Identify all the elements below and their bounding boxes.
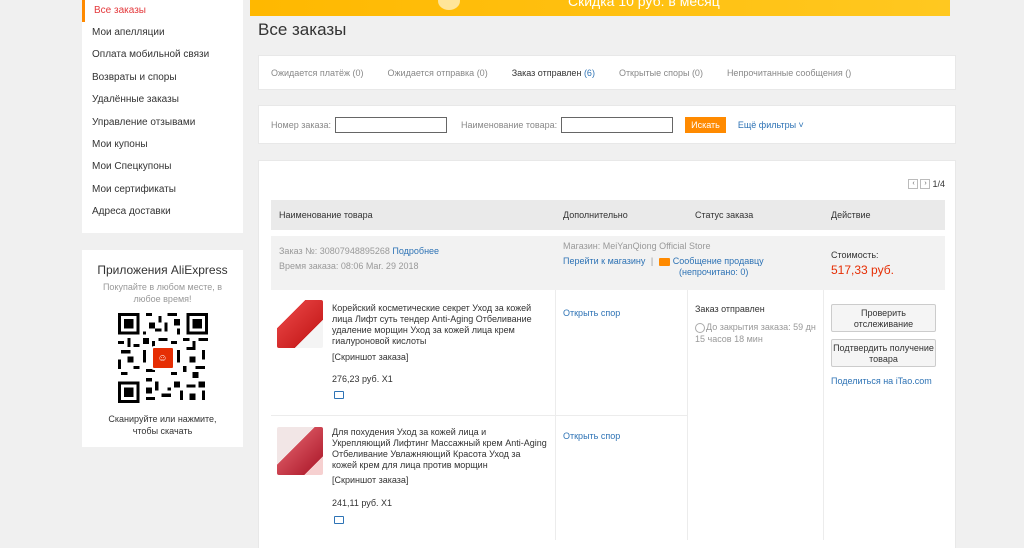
header-product: Наименование товара: [279, 210, 373, 220]
tab-awaiting-shipment[interactable]: Ожидается отправка (0): [388, 68, 488, 78]
banner-text: Скидка 10 руб. в месяц: [568, 0, 720, 9]
order-number: Заказ №: 30807948895268 Подробнее: [279, 246, 440, 256]
order-header-row: Заказ №: 30807948895268 Подробнее Время …: [271, 236, 945, 290]
page-title: Все заказы: [258, 20, 347, 39]
goto-store-link[interactable]: Перейти к магазину: [563, 256, 645, 266]
product-price: 276,23 руб. X1: [332, 374, 393, 384]
image-icon[interactable]: [334, 391, 344, 399]
sidebar-item-returns-disputes[interactable]: Возвраты и споры: [82, 67, 243, 89]
product-title-link[interactable]: Для похудения Уход за кожей лица и Укреп…: [332, 427, 547, 471]
app-promo: Приложения AliExpress Покупайте в любом …: [82, 250, 243, 447]
list-item: Корейский косметические секрет Уход за к…: [271, 290, 555, 415]
header-extra: Дополнительно: [563, 210, 628, 220]
store-links: Перейти к магазину | Сообщение продавцу: [563, 256, 764, 266]
order-status-tabs: Ожидается платёж (0) Ожидается отправка …: [258, 55, 956, 90]
product-price: 241,11 руб. X1: [332, 498, 393, 508]
sidebar-item-all-orders[interactable]: Все заказы: [82, 0, 243, 22]
unread-count[interactable]: (непрочитано: 0): [679, 267, 748, 277]
page-indicator: 1/4: [932, 179, 945, 189]
order-items: Корейский косметические секрет Уход за к…: [271, 290, 945, 540]
product-thumbnail[interactable]: [277, 427, 323, 475]
list-item: Для похудения Уход за кожей лица и Укреп…: [271, 415, 555, 540]
sidebar-item-appeals[interactable]: Мои апелляции: [82, 22, 243, 44]
order-cost: 517,33 руб.: [831, 263, 894, 277]
open-dispute-link[interactable]: Открыть спор: [563, 431, 620, 441]
sidebar-item-certificates[interactable]: Мои сертификаты: [82, 179, 243, 201]
tab-awaiting-payment[interactable]: Ожидается платёж (0): [271, 68, 364, 78]
product-name-input[interactable]: [561, 116, 674, 133]
image-icon[interactable]: [334, 516, 344, 524]
tab-shipped[interactable]: Заказ отправлен (6): [512, 68, 595, 78]
order-screenshot-link[interactable]: [Скриншот заказа]: [332, 475, 408, 485]
next-page-button[interactable]: ›: [920, 179, 931, 189]
sidebar-nav: Все заказы Мои апелляции Оплата мобильно…: [82, 0, 243, 233]
order-closing-time: До закрытия заказа: 59 дн 15 часов 18 ми…: [695, 322, 816, 344]
order-number-input[interactable]: [335, 116, 448, 133]
more-filters-link[interactable]: Ещё фильтры ˅: [738, 120, 804, 130]
store-name[interactable]: MeiYanQiong Official Store: [603, 241, 711, 251]
aliexpress-logo-icon: ☺: [150, 346, 175, 370]
order-screenshot-link[interactable]: [Скриншот заказа]: [332, 352, 408, 362]
qr-code[interactable]: ☺: [117, 313, 208, 403]
prev-page-button[interactable]: ‹: [908, 179, 919, 189]
share-link[interactable]: Поделиться на iTao.com: [831, 376, 932, 386]
tab-unread-messages[interactable]: Непрочитанные сообщения (): [727, 68, 851, 78]
search-button[interactable]: Искать: [685, 116, 726, 133]
cost-label: Стоимость:: [831, 250, 879, 260]
orders-table-header: Наименование товара Дополнительно Статус…: [271, 200, 945, 230]
pagination: ‹ › 1/4: [908, 179, 945, 189]
product-thumbnail[interactable]: [277, 300, 323, 348]
filter-bar: Номер заказа: Наименование товара: Искат…: [258, 105, 956, 144]
header-status: Статус заказа: [695, 210, 754, 220]
sidebar-item-deleted-orders[interactable]: Удалённые заказы: [82, 89, 243, 111]
sidebar-item-mobile-payment[interactable]: Оплата мобильной связи: [82, 44, 243, 66]
product-name-label: Наименование товара:: [461, 119, 558, 130]
product-title-link[interactable]: Корейский косметические секрет Уход за к…: [332, 303, 547, 347]
promo-banner[interactable]: Скидка 10 руб. в месяц: [250, 0, 950, 16]
clock-icon: [695, 322, 705, 333]
orders-panel: ‹ › 1/4 Наименование товара Дополнительн…: [258, 160, 956, 548]
header-action: Действие: [831, 210, 871, 220]
tab-open-disputes[interactable]: Открытые споры (0): [619, 68, 703, 78]
order-details-link[interactable]: Подробнее: [392, 246, 439, 256]
order-status: Заказ отправлен: [695, 304, 765, 314]
sidebar-item-coupons[interactable]: Мои купоны: [82, 134, 243, 156]
app-promo-title: Приложения AliExpress: [97, 263, 228, 277]
sidebar-item-addresses[interactable]: Адреса доставки: [82, 201, 243, 223]
app-promo-scan-text: Сканируйте или нажмите, чтобы скачать: [108, 414, 217, 436]
store-info: Магазин: MeiYanQiong Official Store: [563, 241, 711, 251]
banner-decoration-icon: [438, 0, 460, 10]
message-seller-link[interactable]: Сообщение продавцу: [673, 256, 764, 266]
check-tracking-button[interactable]: Проверить отслеживание: [831, 304, 936, 332]
order-time: Время заказа: 08:06 Mar. 29 2018: [279, 261, 419, 271]
app-promo-subtitle: Покупайте в любом месте, в любое время!: [102, 282, 223, 304]
open-dispute-link[interactable]: Открыть спор: [563, 308, 620, 318]
sidebar-item-special-coupons[interactable]: Мои Спецкупоны: [82, 156, 243, 178]
mail-icon: [658, 257, 670, 266]
sidebar-item-manage-reviews[interactable]: Управление отзывами: [82, 112, 243, 134]
confirm-receipt-button[interactable]: Подтвердить получение товара: [831, 339, 936, 367]
order-number-label: Номер заказа:: [271, 119, 332, 130]
